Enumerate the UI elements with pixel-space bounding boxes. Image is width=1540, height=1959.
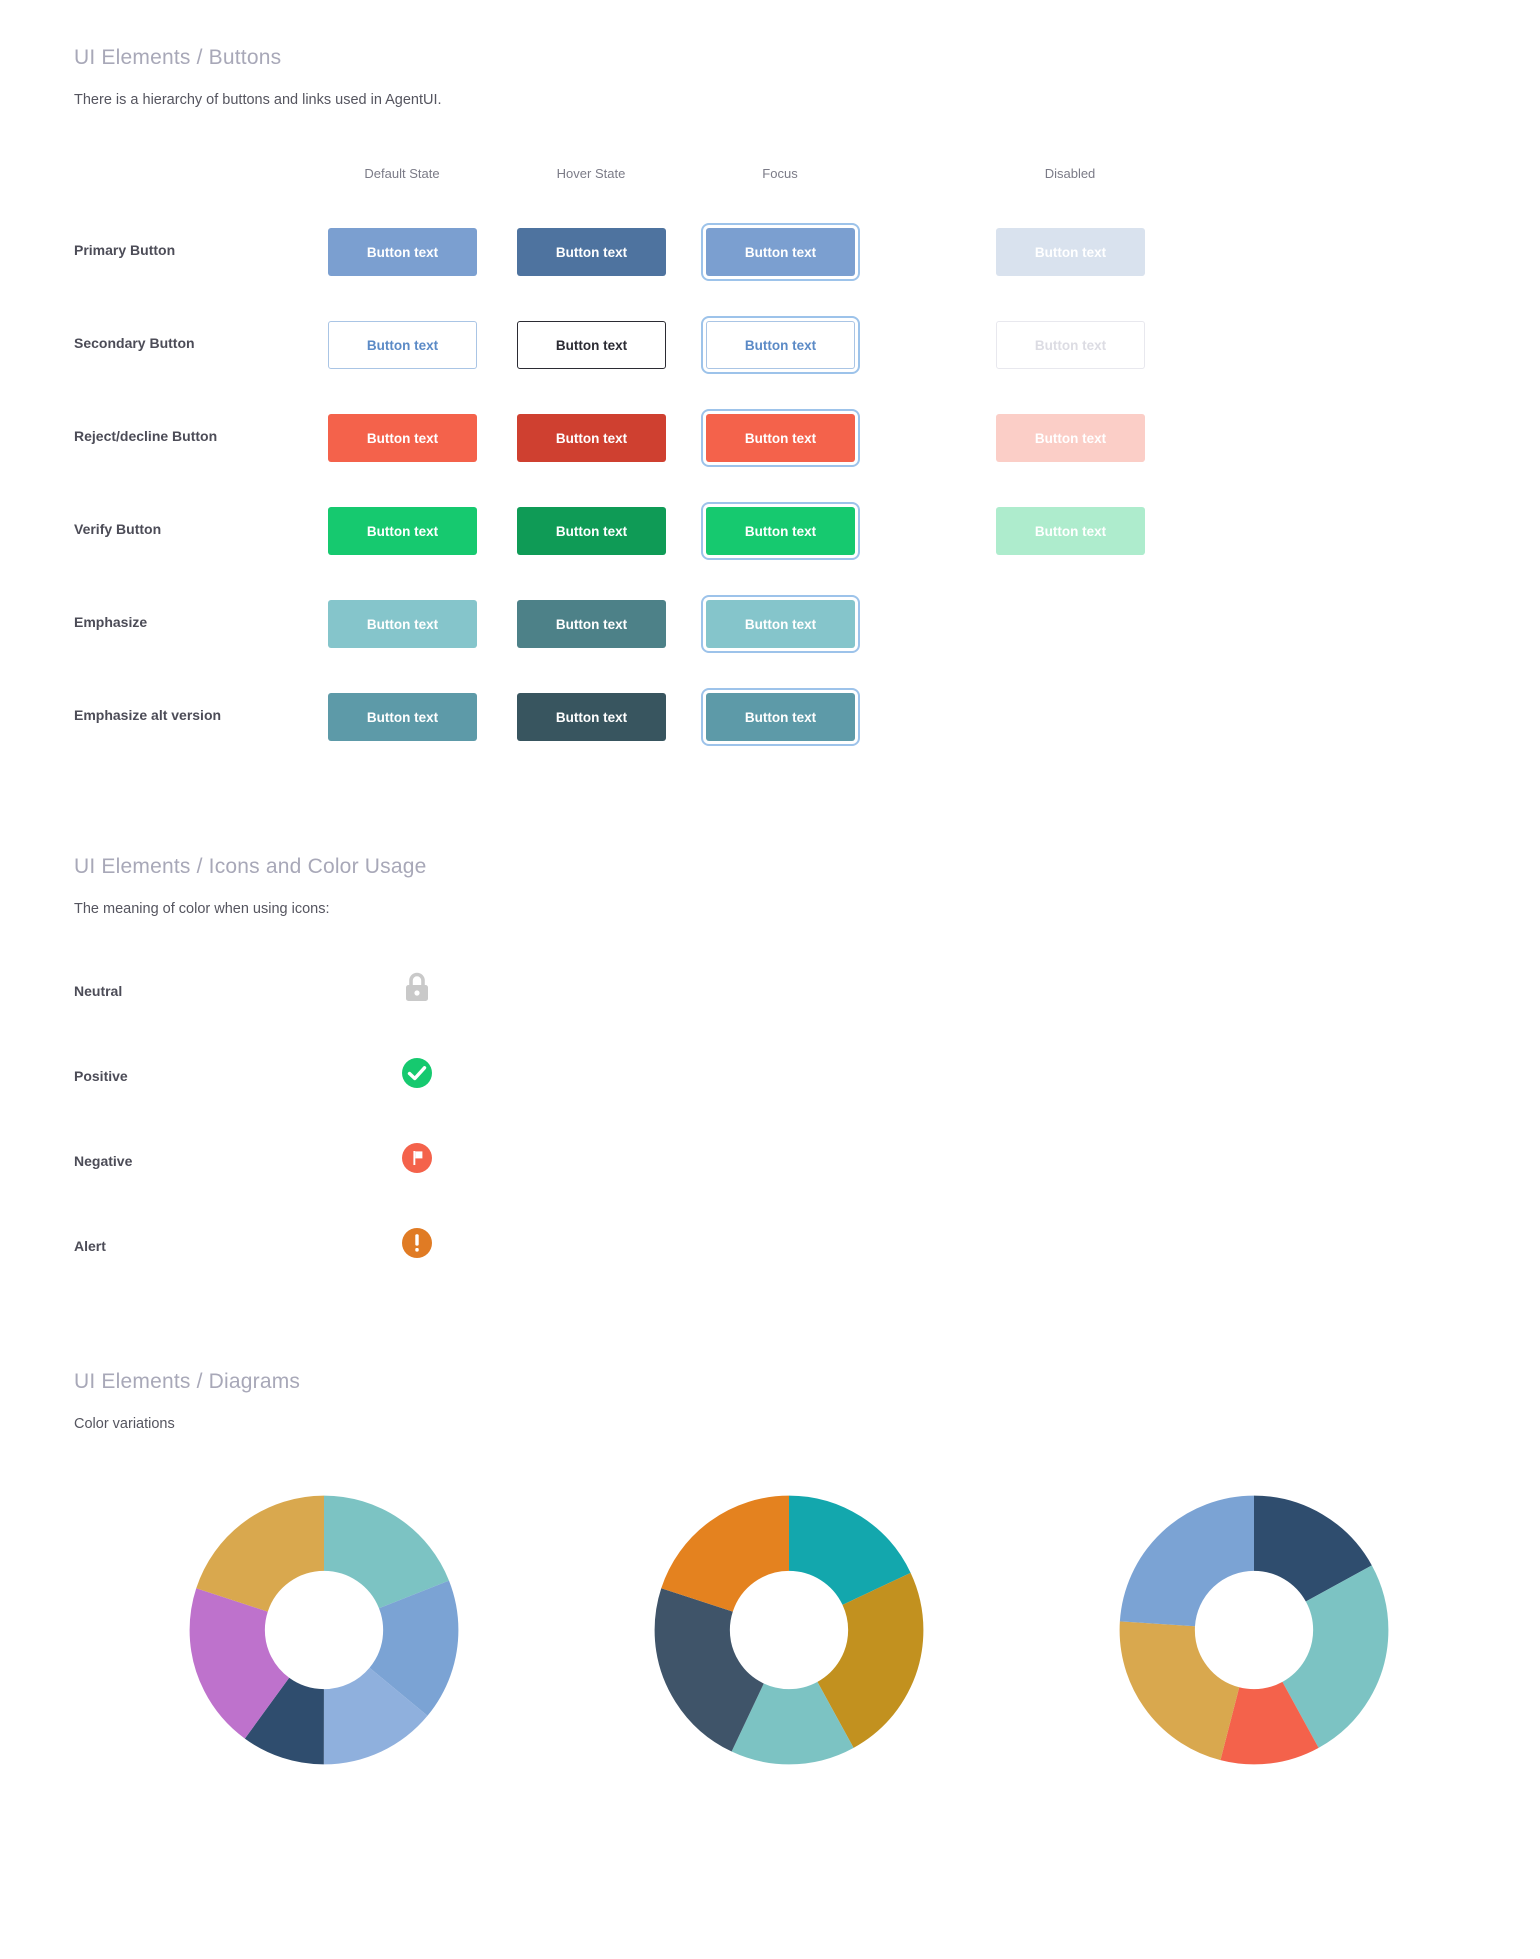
button-label: Button text <box>555 430 628 446</box>
button-row-label: Emphasize <box>74 614 148 630</box>
icon-meaning-row: Alert <box>74 1210 1474 1295</box>
primary-button-focus-button[interactable]: Button text <box>701 223 860 281</box>
button-row: Verify Button Button text Button text Butto… <box>74 489 1474 582</box>
column-header-disabled: Disabled <box>1044 166 1096 181</box>
button-label: Button text <box>744 337 817 353</box>
column-header-hover-state: Hover State <box>556 166 626 181</box>
icon-meaning-label: Alert <box>74 1238 106 1254</box>
button-row: Secondary Button Button text Button text Bu… <box>74 303 1474 396</box>
secondary-button-default-button[interactable]: Button text <box>328 321 477 369</box>
icon-meaning-label: Negative <box>74 1153 133 1169</box>
donut-chart-1 <box>164 1470 484 1795</box>
button-state-column-headers: Default State Hover State Focus Disabled <box>74 166 1474 188</box>
icons-section: UI Elements / Icons and Color Usage The … <box>74 855 1474 1295</box>
button-row: Emphasize Button text Button text Button te… <box>74 582 1474 675</box>
check-circle-icon <box>394 1050 440 1096</box>
button-row-label: Emphasize alt version <box>74 707 222 723</box>
buttons-section-title: UI Elements / Buttons <box>74 46 282 69</box>
button-row-label: Verify Button <box>74 521 162 537</box>
button-label: Button text <box>366 430 439 446</box>
primary-button-hover-button[interactable]: Button text <box>517 228 666 276</box>
icon-meaning-list: Neutral Positive Negative Alert <box>74 955 1474 1295</box>
column-header-focus: Focus <box>762 166 798 181</box>
reject-decline-button-focus-button[interactable]: Button text <box>701 409 860 467</box>
buttons-section: UI Elements / Buttons There is a hierarc… <box>74 46 1474 768</box>
emphasize-alt-version-focus-button[interactable]: Button text <box>701 688 860 746</box>
diagrams-section-subtitle: Color variations <box>74 1416 175 1432</box>
button-label: Button text <box>744 709 817 725</box>
button-label: Button text <box>1034 244 1107 260</box>
button-label: Button text <box>1034 337 1107 353</box>
verify-button-default-button[interactable]: Button text <box>328 507 477 555</box>
alert-circle-icon <box>394 1220 440 1266</box>
button-row: Emphasize alt version Button text Button t… <box>74 675 1474 768</box>
button-row-label: Primary Button <box>74 242 176 258</box>
button-label: Button text <box>744 244 817 260</box>
button-label: Button text <box>1034 430 1107 446</box>
emphasize-alt-version-hover-button[interactable]: Button text <box>517 693 666 741</box>
button-row: Reject/decline Button Button text Button t… <box>74 396 1474 489</box>
flag-circle-icon <box>394 1135 440 1181</box>
verify-button-disabled-button[interactable]: Button text <box>996 507 1145 555</box>
column-header-default-state: Default State <box>364 166 440 181</box>
primary-button-default-button[interactable]: Button text <box>328 228 477 276</box>
lock-icon <box>394 965 440 1011</box>
icon-meaning-row: Neutral <box>74 955 1474 1040</box>
button-label: Button text <box>1034 523 1107 539</box>
button-label: Button text <box>555 616 628 632</box>
diagrams-section-title: UI Elements / Diagrams <box>74 1370 301 1393</box>
reject-decline-button-hover-button[interactable]: Button text <box>517 414 666 462</box>
donut-chart-group <box>74 1470 1474 1860</box>
button-label: Button text <box>366 616 439 632</box>
icon-meaning-row: Positive <box>74 1040 1474 1125</box>
button-label: Button text <box>366 244 439 260</box>
button-label: Button text <box>366 709 439 725</box>
button-label: Button text <box>555 337 628 353</box>
icons-section-title: UI Elements / Icons and Color Usage <box>74 855 427 878</box>
button-label: Button text <box>555 244 628 260</box>
icon-meaning-label: Neutral <box>74 983 123 999</box>
button-label: Button text <box>555 709 628 725</box>
button-label: Button text <box>366 337 439 353</box>
donut-chart-3 <box>1094 1470 1414 1795</box>
buttons-section-subtitle: There is a hierarchy of buttons and link… <box>74 92 442 108</box>
emphasize-hover-button[interactable]: Button text <box>517 600 666 648</box>
button-label: Button text <box>744 523 817 539</box>
emphasize-default-button[interactable]: Button text <box>328 600 477 648</box>
icon-meaning-row: Negative <box>74 1125 1474 1210</box>
verify-button-hover-button[interactable]: Button text <box>517 507 666 555</box>
button-row-label: Secondary Button <box>74 335 195 351</box>
button-row-label: Reject/decline Button <box>74 428 218 444</box>
reject-decline-button-disabled-button[interactable]: Button text <box>996 414 1145 462</box>
primary-button-disabled-button[interactable]: Button text <box>996 228 1145 276</box>
secondary-button-disabled-button[interactable]: Button text <box>996 321 1145 369</box>
icon-meaning-label: Positive <box>74 1068 128 1084</box>
emphasize-focus-button[interactable]: Button text <box>701 595 860 653</box>
button-label: Button text <box>366 523 439 539</box>
secondary-button-hover-button[interactable]: Button text <box>517 321 666 369</box>
button-label: Button text <box>555 523 628 539</box>
donut-chart-2 <box>629 1470 949 1795</box>
icons-section-subtitle: The meaning of color when using icons: <box>74 901 330 917</box>
button-label: Button text <box>744 616 817 632</box>
button-row: Primary Button Button text Button text Butt… <box>74 210 1474 303</box>
button-label: Button text <box>744 430 817 446</box>
reject-decline-button-default-button[interactable]: Button text <box>328 414 477 462</box>
emphasize-alt-version-default-button[interactable]: Button text <box>328 693 477 741</box>
verify-button-focus-button[interactable]: Button text <box>701 502 860 560</box>
secondary-button-focus-button[interactable]: Button text <box>701 316 860 374</box>
button-matrix: Primary Button Button text Button text Butt… <box>74 210 1474 768</box>
diagrams-section: UI Elements / Diagrams Color variations <box>74 1370 1474 1860</box>
